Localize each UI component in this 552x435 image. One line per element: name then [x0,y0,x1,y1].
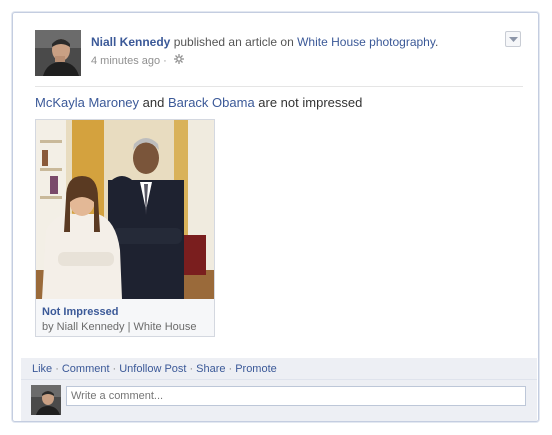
comment-input[interactable] [66,386,526,406]
action-bar: Like · Comment · Unfollow Post · Share · Promote [32,363,277,375]
story-message: McKayla Maroney and Barack Obama are not… [35,95,362,110]
promote-link[interactable]: Promote [235,363,277,375]
story-menu-button[interactable] [505,31,521,47]
attachment-photo[interactable] [36,120,214,299]
author-avatar[interactable] [35,30,81,76]
meta-separator: · [160,55,167,67]
story-header: Niall Kennedy published an article on Wh… [91,35,438,49]
unfollow-post-link[interactable]: Unfollow Post [119,363,186,375]
like-link[interactable]: Like [32,363,52,375]
header-divider [35,86,523,87]
chevron-down-icon [509,37,518,42]
target-suffix: . [434,35,439,49]
footer-divider [21,379,537,380]
action-separator: · [112,363,117,375]
link-attachment[interactable]: Not Impressed by Niall Kennedy | White H… [35,119,215,337]
action-text: published an article on [170,35,298,49]
action-separator: · [189,363,194,375]
gear-icon[interactable] [173,54,184,67]
target-link[interactable]: White House photography [297,35,435,49]
action-separator: · [228,363,233,375]
comment-link[interactable]: Comment [62,363,110,375]
timestamp-link[interactable]: 4 minutes ago [91,55,160,67]
tag-link-person2[interactable]: Barack Obama [168,95,255,110]
action-separator: · [55,363,59,375]
story-meta: 4 minutes ago · [91,54,184,67]
message-rest: are not impressed [254,95,363,110]
author-name-link[interactable]: Niall Kennedy [91,35,170,49]
tag-link-person1[interactable]: McKayla Maroney [35,95,139,110]
share-link[interactable]: Share [196,363,225,375]
story-card: Niall Kennedy published an article on Wh… [12,12,539,422]
attachment-title-link[interactable]: Not Impressed [42,306,118,318]
attachment-source: by Niall Kennedy | White House [42,321,197,333]
commenter-avatar [31,385,61,415]
message-and: and [139,95,168,110]
